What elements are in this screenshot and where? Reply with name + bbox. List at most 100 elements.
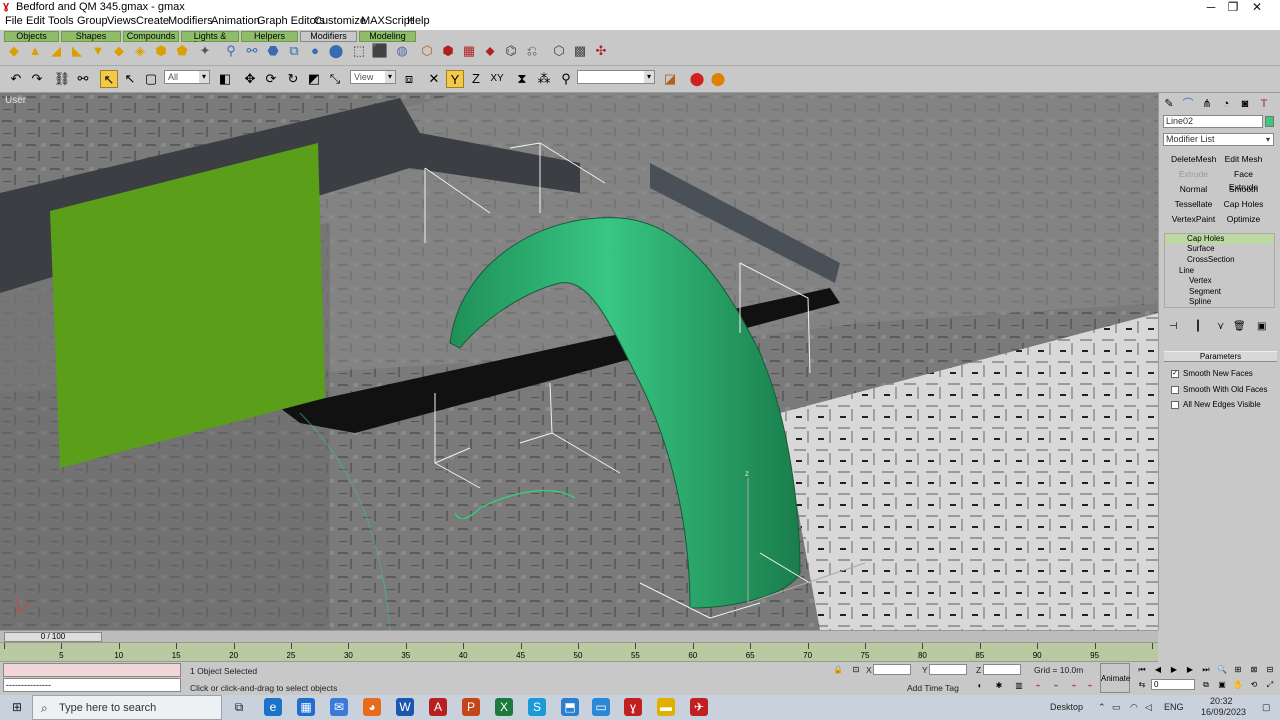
lock-selection-icon[interactable]: 🔒 — [832, 664, 844, 676]
twist-icon[interactable]: ◢ — [47, 42, 65, 60]
tab-helpers[interactable]: Helpers — [241, 31, 298, 42]
play-icon[interactable]: ▶ — [1168, 664, 1180, 676]
normal-button[interactable]: Normal — [1171, 183, 1216, 196]
key-mode-icon[interactable]: ◐ — [974, 680, 986, 692]
smooth-button[interactable]: Smooth — [1221, 183, 1266, 196]
mail-icon[interactable]: ✉ — [330, 698, 348, 716]
vertex-paint-icon[interactable]: ⬡ — [550, 42, 568, 60]
network-icon[interactable]: ▭ — [1112, 702, 1121, 713]
show-end-result-icon[interactable]: ┃ — [1195, 321, 1201, 332]
gmax-taskbar-icon[interactable]: ɣ — [624, 698, 642, 716]
menu-animation[interactable]: Animation — [211, 15, 260, 27]
menu-group[interactable]: Group — [77, 15, 108, 27]
tab-shapes[interactable]: Shapes — [61, 31, 121, 42]
stack-item-vertex[interactable]: Vertex — [1165, 276, 1274, 286]
menu-help[interactable]: Help — [407, 15, 430, 27]
bend-icon[interactable]: ◆ — [5, 42, 23, 60]
word-icon[interactable]: W — [396, 698, 414, 716]
zoom-extents-all-icon[interactable]: ⊟ — [1264, 664, 1276, 676]
windows-start-icon[interactable]: ⊞ — [8, 698, 26, 716]
extrude-button[interactable]: Extrude — [1171, 168, 1216, 181]
go-to-start-icon[interactable]: ⏮ — [1136, 664, 1148, 676]
squeeze-icon[interactable]: ◈ — [131, 42, 149, 60]
all-new-edges-visible-checkbox[interactable]: All New Edges Visible — [1171, 400, 1261, 410]
zoom-extents-icon[interactable]: ⊠ — [1248, 664, 1260, 676]
menu-modifiers[interactable]: Modifiers — [168, 15, 213, 27]
stack-item-surface[interactable]: Surface — [1165, 244, 1274, 254]
auto-key-icon[interactable]: ⌁ — [1068, 680, 1080, 692]
stack-item-cap-holes[interactable]: Cap Holes — [1165, 234, 1274, 244]
tab-modifiers[interactable]: Modifiers — [300, 31, 357, 42]
file-explorer-icon[interactable]: ▬ — [657, 698, 675, 716]
quick-render-icon[interactable]: ⬤ — [709, 70, 727, 88]
make-unique-icon[interactable]: ⋎ — [1217, 321, 1224, 332]
configure-modifier-sets-icon[interactable]: ▣ — [1257, 321, 1266, 332]
pivot-center-icon[interactable]: ⧈ — [400, 70, 418, 88]
scale-icon[interactable]: ↻ — [284, 70, 302, 88]
deletemesh-button[interactable]: DeleteMesh — [1171, 153, 1216, 166]
go-to-end-icon[interactable]: ⏭ — [1200, 664, 1212, 676]
time-slider[interactable]: 0 / 100 — [4, 632, 102, 642]
tab-lights-cameras[interactable]: Lights & Cameras — [181, 31, 239, 50]
menu-tools[interactable]: Tools — [48, 15, 74, 27]
ripple-icon[interactable]: ⬢ — [152, 42, 170, 60]
noise-icon[interactable]: ◣ — [68, 42, 86, 60]
remote-desktop-icon[interactable]: ▭ — [592, 698, 610, 716]
task-view-icon[interactable]: ⧉ — [230, 698, 248, 716]
powerpoint-icon[interactable]: P — [462, 698, 480, 716]
named-selection-set-select[interactable]: ▾ — [577, 70, 655, 84]
chevron-up-icon[interactable]: ⌃ — [1098, 702, 1106, 713]
clock-time[interactable]: 20:32 — [1210, 696, 1233, 706]
modifier-list-select[interactable]: Modifier List ▾ — [1163, 133, 1274, 146]
zoom-icon[interactable]: 🔍 — [1216, 664, 1228, 676]
optimize-icon[interactable]: ⬥ — [481, 42, 499, 60]
stack-item-segment[interactable]: Segment — [1165, 287, 1274, 297]
object-name-field[interactable]: Line02 — [1163, 115, 1263, 128]
vertexpaint-button[interactable]: VertexPaint — [1171, 213, 1216, 226]
taper-icon[interactable]: ▲ — [26, 42, 44, 60]
flight-sim-icon[interactable]: ✈ — [690, 698, 708, 716]
edit-mesh-button[interactable]: Edit Mesh — [1221, 153, 1266, 166]
xform-icon[interactable]: ⧉ — [285, 42, 303, 60]
key-filter-icon[interactable]: ⌁ — [1032, 680, 1044, 692]
delete-mesh-icon[interactable]: ⬚ — [350, 42, 368, 60]
lattice-icon[interactable]: ✦ — [196, 42, 214, 60]
unlink-icon[interactable]: ⚯ — [74, 70, 92, 88]
wave-icon[interactable]: ⬟ — [173, 42, 191, 60]
language-indicator[interactable]: ENG — [1164, 702, 1184, 712]
smooth-icon[interactable]: ▦ — [460, 42, 478, 60]
y-coord-field[interactable] — [929, 664, 967, 675]
arc-rotate-icon[interactable]: ⟲ — [1248, 679, 1260, 691]
tessellate-icon[interactable]: ⌬ — [502, 42, 520, 60]
render-icon[interactable]: ⬤ — [688, 70, 706, 88]
move-icon[interactable]: ✥ — [241, 70, 259, 88]
snap-icon[interactable]: ⚲ — [557, 70, 575, 88]
motion-tab-icon[interactable]: ◔ — [1219, 97, 1233, 111]
edit-patch-icon[interactable]: ⬣ — [264, 42, 282, 60]
extrude-icon[interactable]: ⬛ — [371, 42, 389, 60]
menu-create[interactable]: Create — [136, 15, 169, 27]
maxscript-listener-field[interactable] — [3, 663, 181, 677]
redo-icon[interactable]: ↷ — [28, 70, 46, 88]
select-object-icon[interactable]: ↖ — [100, 70, 118, 88]
select-region-window-icon[interactable]: ◧ — [216, 70, 234, 88]
cap-holes-icon[interactable]: ▩ — [571, 42, 589, 60]
desktop-toolbar[interactable]: Desktop — [1050, 702, 1083, 712]
viewport-label[interactable]: User — [5, 95, 26, 106]
display-tab-icon[interactable]: ◙ — [1238, 97, 1252, 111]
tessellate-button[interactable]: Tessellate — [1171, 198, 1216, 211]
previous-frame-icon[interactable]: ◀ — [1152, 664, 1164, 676]
skype-icon[interactable]: S — [528, 698, 546, 716]
filters-icon[interactable]: ▥ — [1013, 680, 1025, 692]
acrobat-icon[interactable]: A — [429, 698, 447, 716]
pin-stack-icon[interactable]: ⊣ — [1169, 321, 1178, 332]
key-mode-toggle-icon[interactable]: ⇆ — [1136, 679, 1148, 691]
menu-maxscript[interactable]: MAXScript — [361, 15, 413, 27]
z-coord-field[interactable] — [983, 664, 1021, 675]
current-frame-field[interactable]: 0 — [1151, 679, 1195, 690]
volume-icon[interactable]: ◁ — [1145, 702, 1152, 713]
lathe-icon[interactable]: ◍ — [393, 42, 411, 60]
taskbar-search-box[interactable]: ⌕ Type here to search — [32, 695, 222, 720]
maxscript-input-field[interactable]: --------------- — [3, 678, 181, 692]
hierarchy-tab-icon[interactable]: ⋔ — [1200, 97, 1214, 111]
